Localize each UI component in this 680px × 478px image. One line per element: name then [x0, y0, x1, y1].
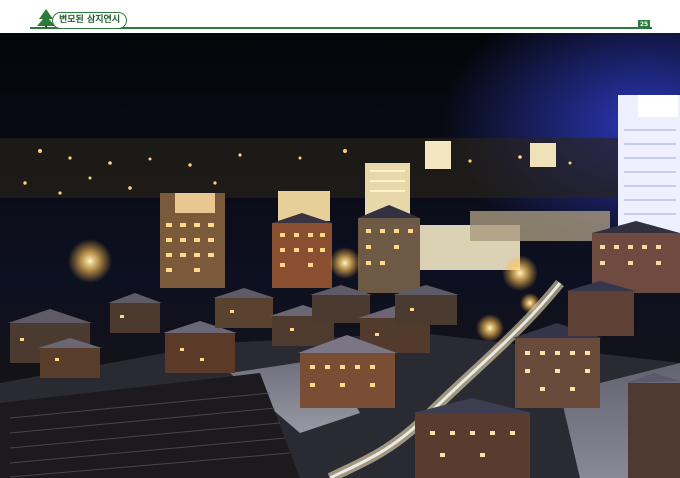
night-city-photo: [0, 33, 680, 478]
page-number: 25: [638, 20, 650, 29]
page-header: 변모된 삼지연시 25: [0, 0, 680, 32]
photo-illustration: [0, 33, 680, 478]
section-title: 변모된 삼지연시: [52, 12, 128, 29]
